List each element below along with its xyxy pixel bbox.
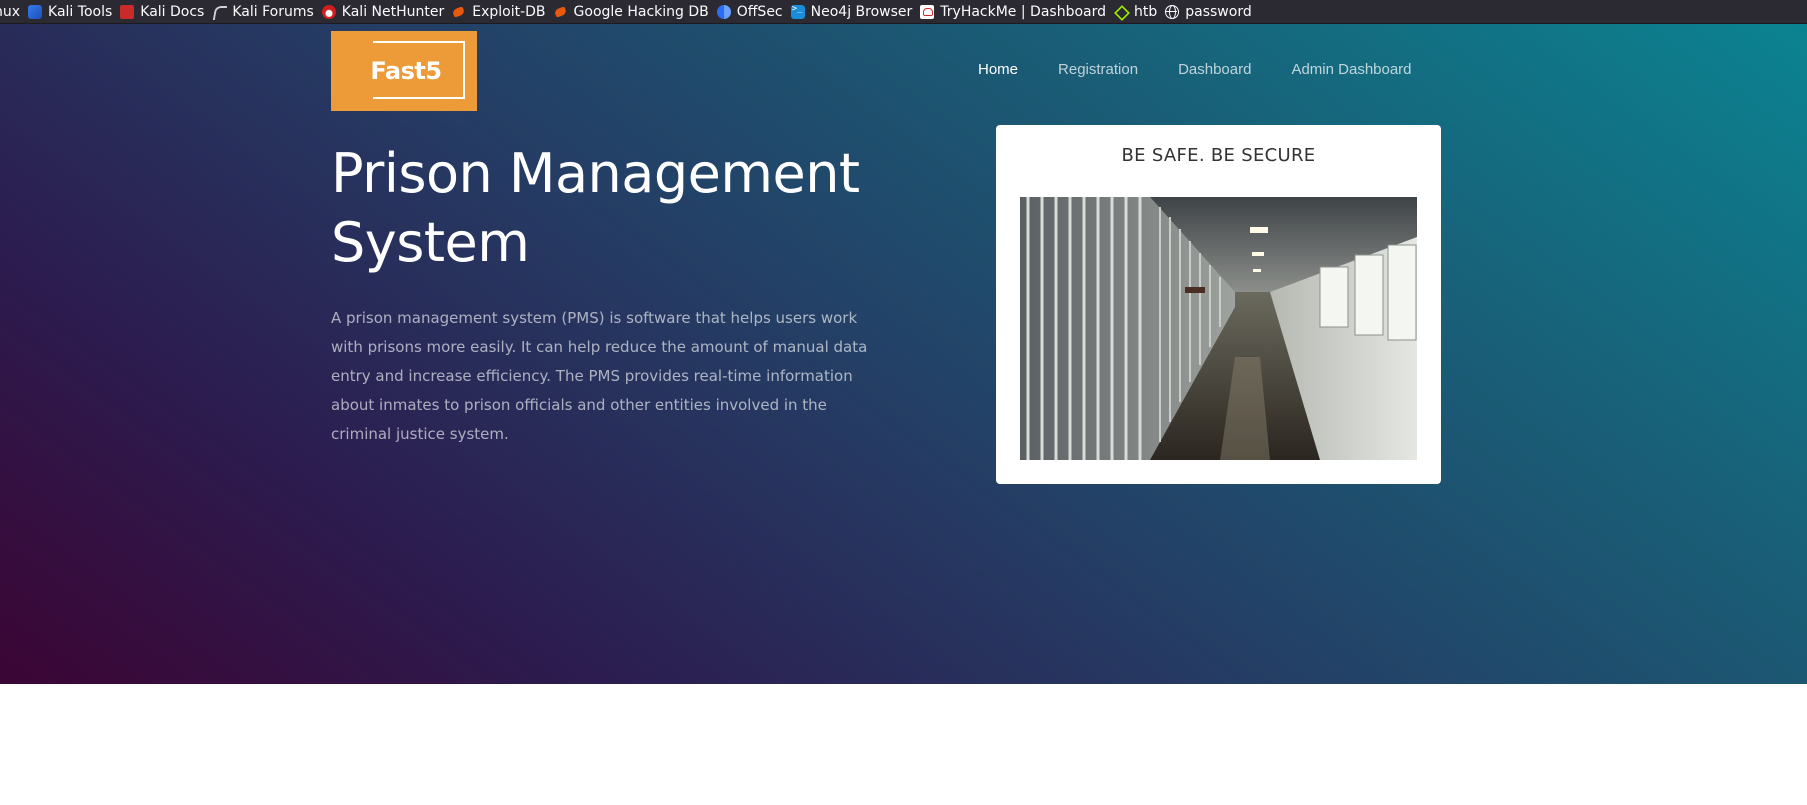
- tryhackme-icon: [920, 4, 935, 19]
- page-bottom: [0, 684, 1807, 805]
- exploit-db-icon: [452, 5, 466, 19]
- neo4j-icon: [790, 4, 805, 19]
- bookmark-kali-docs[interactable]: Kali Docs: [120, 0, 212, 23]
- hero-description: A prison management system (PMS) is soft…: [331, 309, 868, 443]
- bookmark-label: Kali Forums: [232, 3, 314, 20]
- kali-forums-icon: [212, 5, 226, 19]
- bookmark-label: password: [1185, 3, 1252, 20]
- bookmark-exploit-db[interactable]: Exploit-DB: [452, 0, 553, 23]
- bookmark-tryhackme[interactable]: TryHackMe | Dashboard: [920, 0, 1114, 23]
- bookmark-neo4j-browser[interactable]: Neo4j Browser: [790, 0, 921, 23]
- bookmark-google-hacking-db[interactable]: Google Hacking DB: [554, 0, 717, 23]
- globe-icon: [1165, 4, 1180, 19]
- page-title: Prison Management System: [331, 142, 860, 274]
- nav-home[interactable]: Home: [978, 61, 1018, 78]
- bookmark-label: Exploit-DB: [472, 3, 546, 20]
- logo-text: Fast5: [370, 57, 442, 85]
- prison-corridor-photo: [1020, 197, 1417, 460]
- bookmark-label: Google Hacking DB: [573, 3, 709, 20]
- bookmark-label: Neo4j Browser: [810, 3, 913, 20]
- hero-section: Fast5 Home Registration Dashboard Admin …: [0, 24, 1807, 684]
- kali-icon: [28, 4, 43, 19]
- bookmark-label: TryHackMe | Dashboard: [940, 3, 1106, 20]
- bookmark-label: Kali NetHunter: [341, 3, 445, 20]
- site-logo[interactable]: Fast5: [331, 31, 477, 111]
- bookmark-kali-forums[interactable]: Kali Forums: [212, 0, 321, 23]
- bookmark-label: Kali Tools: [48, 3, 113, 20]
- feature-card: BE SAFE. BE SECURE: [996, 125, 1441, 484]
- bookmark-label: Kali Docs: [140, 3, 205, 20]
- card-title: BE SAFE. BE SECURE: [1121, 145, 1316, 166]
- ghdb-icon: [554, 5, 568, 19]
- nav-admin-dashboard[interactable]: Admin Dashboard: [1291, 61, 1411, 78]
- bookmark-label: nux: [0, 3, 21, 20]
- bookmark-label: OffSec: [736, 3, 783, 20]
- bookmark-offsec[interactable]: OffSec: [716, 0, 791, 23]
- nethunter-icon: [321, 4, 336, 19]
- bookmark-nux[interactable]: nux: [0, 0, 28, 23]
- bookmarks-toolbar: nux Kali Tools Kali Docs Kali Forums Kal…: [0, 0, 1807, 24]
- bookmark-htb[interactable]: htb: [1114, 0, 1165, 23]
- nav-registration[interactable]: Registration: [1058, 61, 1138, 78]
- bookmark-kali-nethunter[interactable]: Kali NetHunter: [321, 0, 452, 23]
- offsec-icon: [716, 4, 731, 19]
- htb-icon: [1114, 5, 1128, 19]
- bookmark-kali-tools[interactable]: Kali Tools: [28, 0, 120, 23]
- main-nav: Home Registration Dashboard Admin Dashbo…: [978, 61, 1412, 78]
- bookmark-label: htb: [1134, 3, 1158, 20]
- kali-docs-icon: [120, 4, 135, 19]
- nav-dashboard[interactable]: Dashboard: [1178, 61, 1251, 78]
- bookmark-password[interactable]: password: [1165, 0, 1259, 23]
